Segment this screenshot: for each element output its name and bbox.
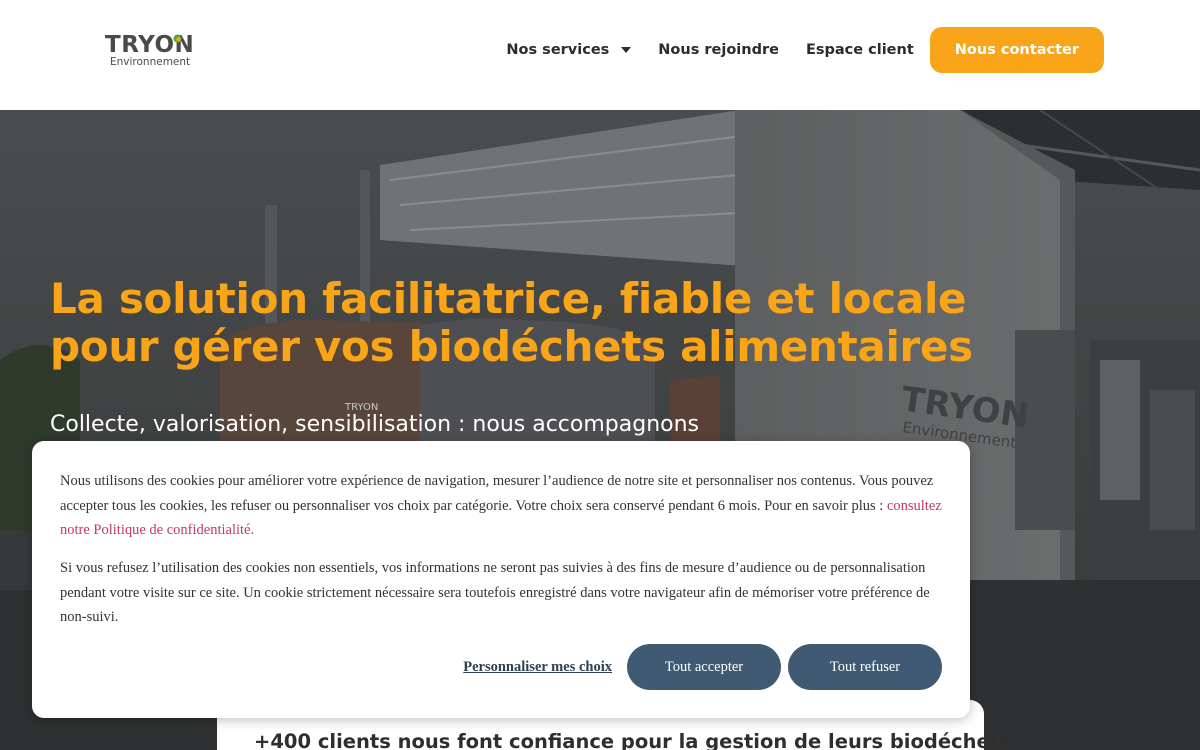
nav-services[interactable]: Nos services — [506, 42, 632, 58]
hero-title: La solution facilitatrice, fiable et loc… — [50, 275, 1050, 371]
hero-title-line2: pour gérer vos biodéchets alimentaires — [50, 322, 973, 371]
site-header: TRYON Environnement Nos services Nous re… — [0, 0, 1200, 110]
tryon-logo[interactable]: TRYON Environnement — [105, 30, 205, 70]
nav-services-label: Nos services — [506, 42, 610, 58]
chevron-down-icon — [621, 47, 632, 53]
nav-join[interactable]: Nous rejoindre — [658, 42, 779, 58]
hero-title-line1: La solution facilitatrice, fiable et loc… — [50, 274, 967, 323]
logo-dot-icon — [173, 34, 182, 43]
refuse-all-button[interactable]: Tout refuser — [788, 644, 942, 690]
cookie-actions: Personnaliser mes choix Tout accepter To… — [463, 644, 942, 690]
cookie-text-intro: Nous utilisons des cookies pour améliore… — [60, 473, 934, 514]
cookie-text-main: Nous utilisons des cookies pour améliore… — [60, 469, 950, 543]
logo-subtitle: Environnement — [110, 56, 191, 68]
main-nav: Nos services Nous rejoindre Espace clien… — [479, 27, 1104, 73]
cookie-text-refusal: Si vous refusez l’utilisation des cookie… — [60, 560, 930, 625]
customize-cookies-link[interactable]: Personnaliser mes choix — [463, 659, 612, 676]
contact-button[interactable]: Nous contacter — [929, 27, 1104, 73]
cookie-banner: Nous utilisons des cookies pour améliore… — [32, 441, 970, 718]
nav-client-area[interactable]: Espace client — [806, 42, 914, 58]
clients-stat-text: +400 clients nous font confiance pour la… — [254, 730, 1011, 750]
accept-all-button[interactable]: Tout accepter — [627, 644, 781, 690]
hero-subtitle: Collecte, valorisation, sensibilisation … — [50, 412, 700, 437]
